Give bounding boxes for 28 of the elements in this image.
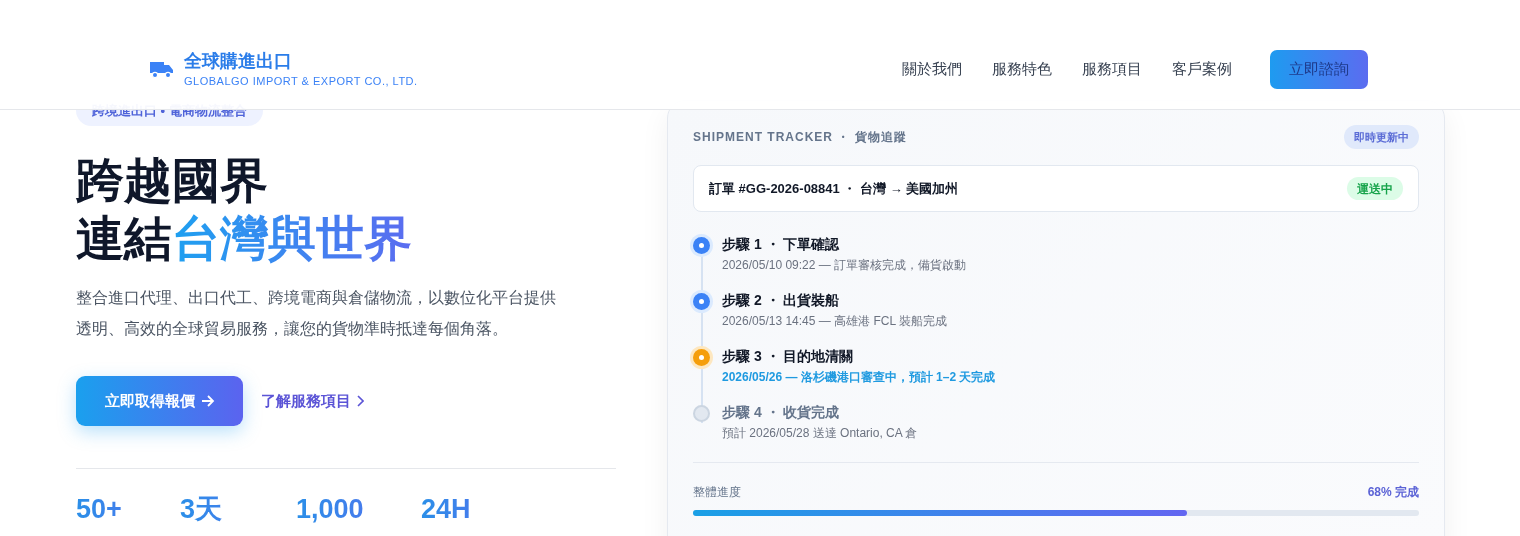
nav-link[interactable]: 關於我們 (902, 57, 962, 81)
order-summary: 訂單 #GG-2026-08841 ・ 台灣 → 美國加州 (709, 179, 959, 198)
step-detail: 2026/05/10 09:22 — 訂單審核完成，備貨啟動 (722, 257, 967, 274)
step-detail: 2026/05/26 — 洛杉磯港口審查中，預計 1–2 天完成 (722, 369, 996, 386)
status-badge: 運送中 (1347, 177, 1403, 200)
headline: 跨越國界 (76, 153, 269, 209)
nav-link[interactable]: 服務項目 (1082, 57, 1142, 81)
step-title: 步驟 2 ・ 出貨裝船 (722, 291, 841, 310)
chevron-right-icon (357, 395, 364, 407)
quote-button[interactable]: 立即取得報價 (76, 376, 243, 426)
step-title: 步驟 4 ・ 收貨完成 (722, 403, 841, 422)
logo-title: 全球購進出口 (184, 50, 293, 73)
nav-link[interactable]: 服務特色 (992, 57, 1052, 81)
step-detail: 預計 2026/05/28 送達 Ontario, CA 倉 (722, 425, 918, 442)
arrow-right-icon (200, 395, 215, 407)
logo-subtitle: GLOBALGO IMPORT & EXPORT CO., LTD. (184, 74, 418, 89)
step-title: 步驟 1 ・ 下單確認 (722, 235, 841, 254)
progress-reading: 68% 完成 (1367, 484, 1419, 501)
headline: 連結 (76, 211, 172, 267)
step-detail: 2026/05/13 14:45 — 高雄港 FCL 裝船完成 (722, 313, 947, 330)
hero-description: 整合進口代理、出口代工、跨境電商與倉儲物流，以數位化平台提供透明、高效的全球貿易服務，讓您的貨物準時抵達每個角落。 (76, 288, 557, 339)
live-badge: 即時更新中 (1344, 125, 1419, 149)
progress-label: 整體進度 (693, 484, 741, 501)
services-link[interactable]: 了解服務項目 (261, 389, 364, 413)
nav-link[interactable]: 客戶案例 (1172, 57, 1232, 81)
truck-icon (150, 59, 174, 79)
step-title: 步驟 3 ・ 目的地清關 (722, 347, 855, 366)
tracker-title: SHIPMENT TRACKER ・ 貨物追蹤 (693, 129, 907, 146)
